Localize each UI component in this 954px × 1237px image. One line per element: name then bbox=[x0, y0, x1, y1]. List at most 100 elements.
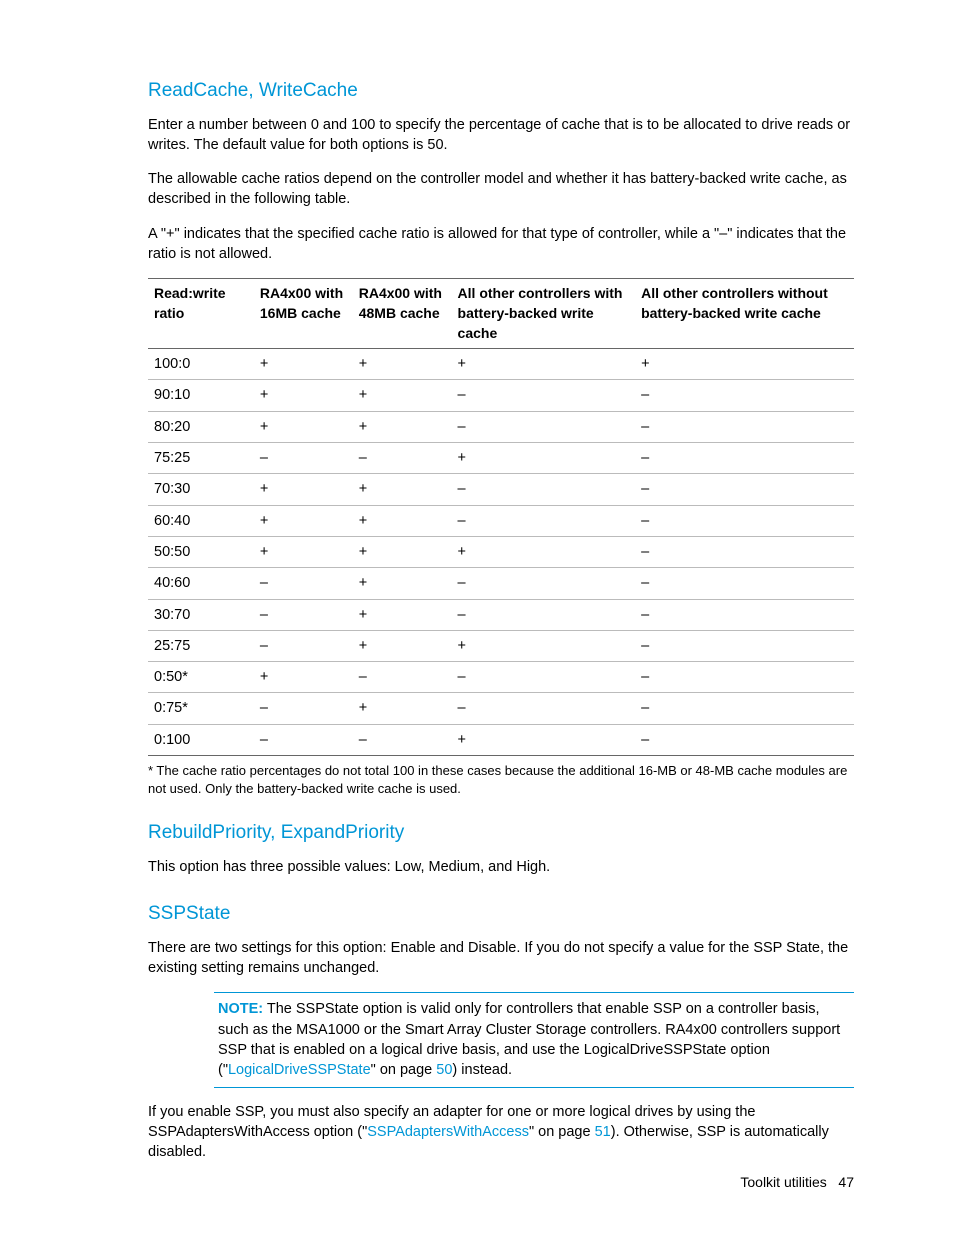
table-cell: – bbox=[254, 630, 353, 661]
table-cell: + bbox=[254, 474, 353, 505]
table-cell: – bbox=[635, 536, 854, 567]
table-cell: + bbox=[353, 380, 452, 411]
table-row: 90:10++–– bbox=[148, 380, 854, 411]
heading-sspstate: SSPState bbox=[148, 901, 854, 928]
link-page-50[interactable]: 50 bbox=[436, 1062, 452, 1078]
table-header: RA4x00 with 48MB cache bbox=[353, 279, 452, 349]
link-page-51[interactable]: 51 bbox=[595, 1124, 611, 1140]
link-sspadapterswithaccess[interactable]: SSPAdaptersWithAccess bbox=[367, 1124, 529, 1140]
table-cell: – bbox=[635, 505, 854, 536]
table-cell: – bbox=[452, 474, 636, 505]
table-cell: 50:50 bbox=[148, 536, 254, 567]
table-row: 25:75–++– bbox=[148, 630, 854, 661]
table-cell: 70:30 bbox=[148, 474, 254, 505]
table-cell: – bbox=[635, 380, 854, 411]
note-label: NOTE: bbox=[218, 1001, 263, 1017]
table-cell: 90:10 bbox=[148, 380, 254, 411]
table-cell: – bbox=[635, 693, 854, 724]
table-cell: – bbox=[635, 411, 854, 442]
table-cell: – bbox=[635, 443, 854, 474]
table-cell: 75:25 bbox=[148, 443, 254, 474]
table-header: All other controllers without battery-ba… bbox=[635, 279, 854, 349]
table-row: 0:50*+––– bbox=[148, 662, 854, 693]
paragraph: This option has three possible values: L… bbox=[148, 857, 854, 877]
table-header: All other controllers with battery-backe… bbox=[452, 279, 636, 349]
table-cell: 40:60 bbox=[148, 568, 254, 599]
table-row: 50:50+++– bbox=[148, 536, 854, 567]
table-cell: + bbox=[452, 630, 636, 661]
table-cell: – bbox=[635, 724, 854, 755]
table-cell: – bbox=[635, 662, 854, 693]
table-cell: – bbox=[254, 693, 353, 724]
table-cell: + bbox=[452, 443, 636, 474]
table-row: 0:100––+– bbox=[148, 724, 854, 755]
table-cell: + bbox=[353, 693, 452, 724]
table-cell: – bbox=[254, 599, 353, 630]
table-cell: 0:100 bbox=[148, 724, 254, 755]
table-cell: + bbox=[353, 474, 452, 505]
table-cell: – bbox=[635, 630, 854, 661]
table-row: 30:70–+–– bbox=[148, 599, 854, 630]
table-cell: + bbox=[353, 349, 452, 380]
heading-rebuild: RebuildPriority, ExpandPriority bbox=[148, 820, 854, 847]
table-cell: + bbox=[254, 536, 353, 567]
table-cell: + bbox=[353, 599, 452, 630]
paragraph: There are two settings for this option: … bbox=[148, 938, 854, 979]
note-text: ) instead. bbox=[452, 1062, 512, 1078]
table-cell: + bbox=[452, 349, 636, 380]
page-footer: Toolkit utilities 47 bbox=[740, 1173, 854, 1193]
table-cell: – bbox=[452, 411, 636, 442]
table-cell: – bbox=[254, 724, 353, 755]
table-cell: 0:75* bbox=[148, 693, 254, 724]
table-cell: 60:40 bbox=[148, 505, 254, 536]
table-cell: – bbox=[452, 568, 636, 599]
heading-readcache: ReadCache, WriteCache bbox=[148, 78, 854, 105]
footer-label: Toolkit utilities bbox=[740, 1174, 826, 1190]
table-cell: – bbox=[635, 599, 854, 630]
table-cell: + bbox=[353, 568, 452, 599]
table-cell: – bbox=[353, 443, 452, 474]
table-cell: – bbox=[635, 568, 854, 599]
table-cell: – bbox=[452, 662, 636, 693]
table-cell: + bbox=[353, 505, 452, 536]
link-logicaldrivesspstate[interactable]: LogicalDriveSSPState bbox=[228, 1062, 371, 1078]
table-cell: – bbox=[635, 474, 854, 505]
table-cell: – bbox=[353, 724, 452, 755]
paragraph: A "+" indicates that the specified cache… bbox=[148, 224, 854, 265]
table-cell: + bbox=[452, 724, 636, 755]
table-cell: – bbox=[254, 568, 353, 599]
table-cell: + bbox=[635, 349, 854, 380]
table-cell: – bbox=[452, 505, 636, 536]
paragraph: The allowable cache ratios depend on the… bbox=[148, 169, 854, 210]
table-cell: – bbox=[353, 662, 452, 693]
table-row: 40:60–+–– bbox=[148, 568, 854, 599]
table-cell: + bbox=[452, 536, 636, 567]
table-cell: 25:75 bbox=[148, 630, 254, 661]
table-cell: 0:50* bbox=[148, 662, 254, 693]
table-header: Read:write ratio bbox=[148, 279, 254, 349]
table-cell: 80:20 bbox=[148, 411, 254, 442]
text: " on page bbox=[529, 1124, 595, 1140]
table-row: 75:25––+– bbox=[148, 443, 854, 474]
table-header: RA4x00 with 16MB cache bbox=[254, 279, 353, 349]
paragraph: If you enable SSP, you must also specify… bbox=[148, 1102, 854, 1163]
table-cell: + bbox=[254, 505, 353, 536]
table-row: 0:75*–+–– bbox=[148, 693, 854, 724]
footer-page: 47 bbox=[838, 1174, 854, 1190]
table-cell: – bbox=[452, 693, 636, 724]
table-footnote: * The cache ratio percentages do not tot… bbox=[148, 762, 854, 798]
table-row: 60:40++–– bbox=[148, 505, 854, 536]
table-cell: + bbox=[353, 411, 452, 442]
table-cell: – bbox=[452, 380, 636, 411]
table-cell: + bbox=[353, 630, 452, 661]
table-row: 70:30++–– bbox=[148, 474, 854, 505]
table-cell: 30:70 bbox=[148, 599, 254, 630]
table-cell: + bbox=[254, 349, 353, 380]
paragraph: Enter a number between 0 and 100 to spec… bbox=[148, 115, 854, 156]
note-box: NOTE: The SSPState option is valid only … bbox=[214, 992, 854, 1087]
table-cell: – bbox=[254, 443, 353, 474]
table-cell: + bbox=[254, 662, 353, 693]
table-cell: – bbox=[452, 599, 636, 630]
table-cell: 100:0 bbox=[148, 349, 254, 380]
table-cell: + bbox=[254, 380, 353, 411]
